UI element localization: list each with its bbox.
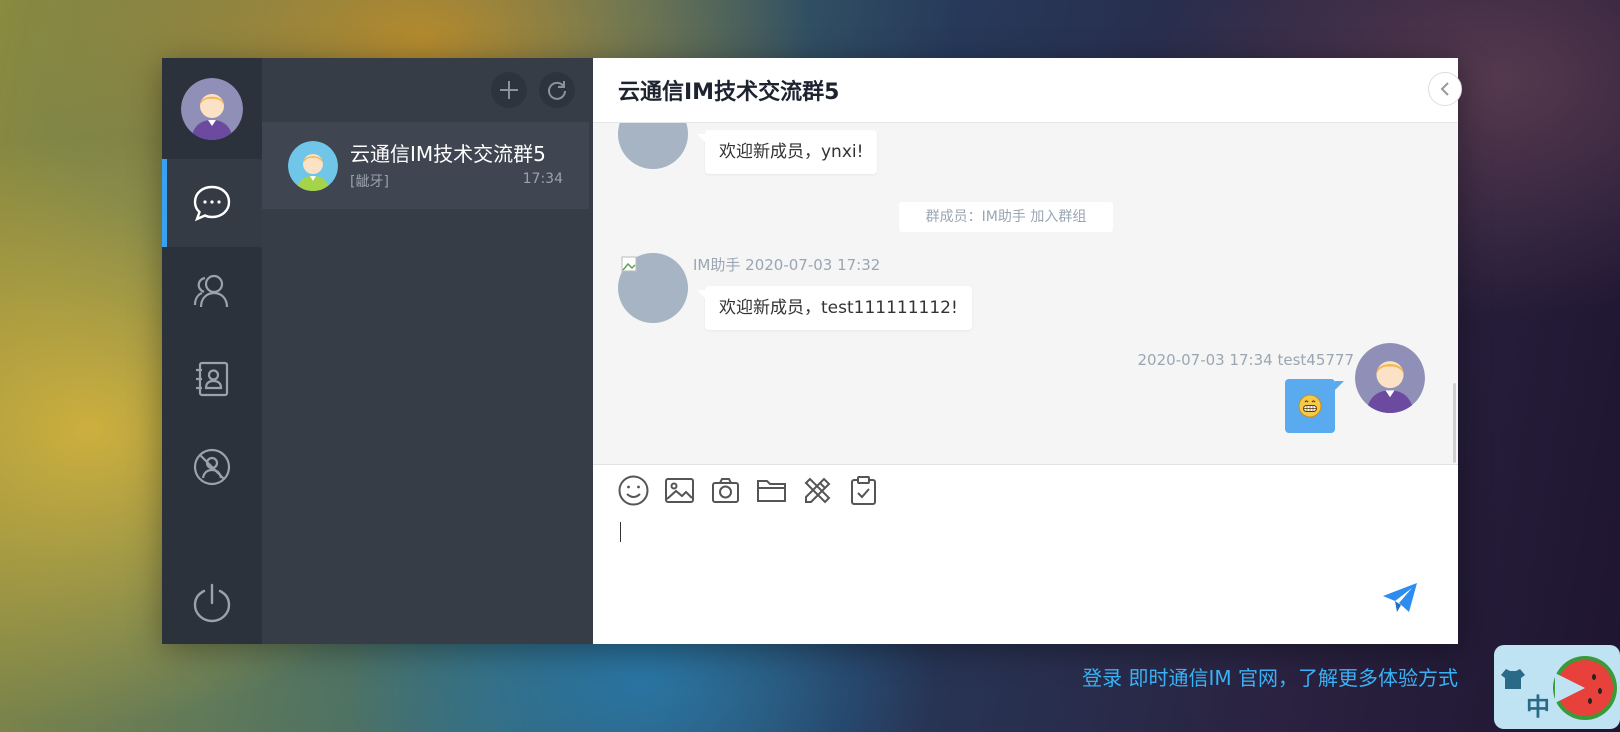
self-avatar[interactable] [1355,343,1425,413]
emoji-button[interactable] [618,475,649,506]
file-button[interactable] [756,475,787,506]
sender-name: test45777 [1277,351,1354,369]
chat-header: 云通信IM技术交流群5 [593,58,1462,123]
message-time: 2020-07-03 17:32 [745,256,881,274]
refresh-button[interactable] [539,72,575,108]
message-bubble[interactable]: 欢迎新成员，ynxi! [696,130,878,174]
conversation-name: 云通信IM技术交流群5 [350,141,546,166]
conversation-item[interactable]: 云通信IM技术交流群5 [龇牙] 17:34 [262,122,589,209]
my-avatar[interactable] [181,77,243,140]
group-avatar [288,140,338,191]
official-site-link[interactable]: 登录 即时通信IM 官网，了解更多体验方式 [1082,662,1458,691]
ime-mode-char: 中 [1526,693,1550,721]
image-icon [665,478,694,503]
conversation-last-message: [龇牙] [350,173,389,190]
nav-item-blacklist[interactable] [162,423,262,511]
message-bubble[interactable]: 欢迎新成员，test111111112! [697,286,972,330]
system-notice: 群成员：IM助手 加入群组 [899,202,1113,232]
message-meta-self: 2020-07-03 17:34 test45777 [1138,351,1354,369]
broken-image-icon [621,256,637,272]
folder-icon [757,480,786,502]
camera-icon [712,478,739,503]
custom-message-icon [804,477,831,504]
text-caret [620,522,621,542]
survey-icon [851,476,876,505]
collapse-button[interactable] [1428,72,1462,106]
my-avatar-wrap [162,58,262,159]
conversation-list: 云通信IM技术交流群5 [龇牙] 17:34 [262,58,593,644]
message-editor [593,464,1458,644]
chat-bubble-icon [193,185,231,222]
emoji-icon [618,475,649,506]
shirt-icon [1501,669,1525,689]
emoji-message-bubble[interactable] [1285,379,1344,433]
message-scrollbar[interactable] [1453,383,1456,463]
chat-title: 云通信IM技术交流群5 [618,80,840,105]
conversation-meta: [龇牙] 17:34 [350,171,563,191]
message-input[interactable] [618,517,1368,624]
blocked-user-icon [193,448,231,486]
conversation-time: 17:34 [522,170,563,187]
left-nav [162,58,262,644]
people-icon [193,274,229,308]
camera-button[interactable] [710,475,741,506]
ime-widget[interactable]: 中 [1494,645,1620,729]
message-time: 2020-07-03 17:34 [1137,351,1273,369]
sender-avatar[interactable] [618,253,688,323]
sender-avatar[interactable] [618,123,688,169]
watermelon-icon [1553,656,1617,720]
address-book-icon [196,361,229,397]
power-icon[interactable] [191,582,233,624]
custom-message-button[interactable] [802,475,833,506]
message-list[interactable]: 欢迎新成员，ynxi! 群成员：IM助手 加入群组 IM助手 2020-07-0… [593,123,1458,464]
image-button[interactable] [664,475,695,506]
im-app-window: 云通信IM技术交流群5 [龇牙] 17:34 云通信IM技术交流群5 欢迎新成员… [162,58,1462,644]
editor-toolbar [618,475,879,506]
send-button[interactable] [1382,582,1418,618]
refresh-icon [548,81,566,100]
chat-panel: 云通信IM技术交流群5 欢迎新成员，ynxi! 群成员：IM助手 加入群组 IM… [593,58,1462,644]
add-conversation-button[interactable] [491,72,527,108]
conversation-toolbar [262,58,593,122]
send-icon [1383,583,1417,612]
plus-icon [500,81,518,99]
message-meta: IM助手 2020-07-03 17:32 [693,254,880,275]
nav-item-chat[interactable] [162,159,262,247]
survey-button[interactable] [848,475,879,506]
logout-area [162,582,262,624]
sender-name: IM助手 [693,256,741,274]
conversation-text: 云通信IM技术交流群5 [龇牙] 17:34 [350,141,563,191]
nav-item-contacts[interactable] [162,247,262,335]
grin-emoji-icon [1298,394,1322,418]
chevron-left-icon [1440,82,1449,96]
nav-item-address-book[interactable] [162,335,262,423]
